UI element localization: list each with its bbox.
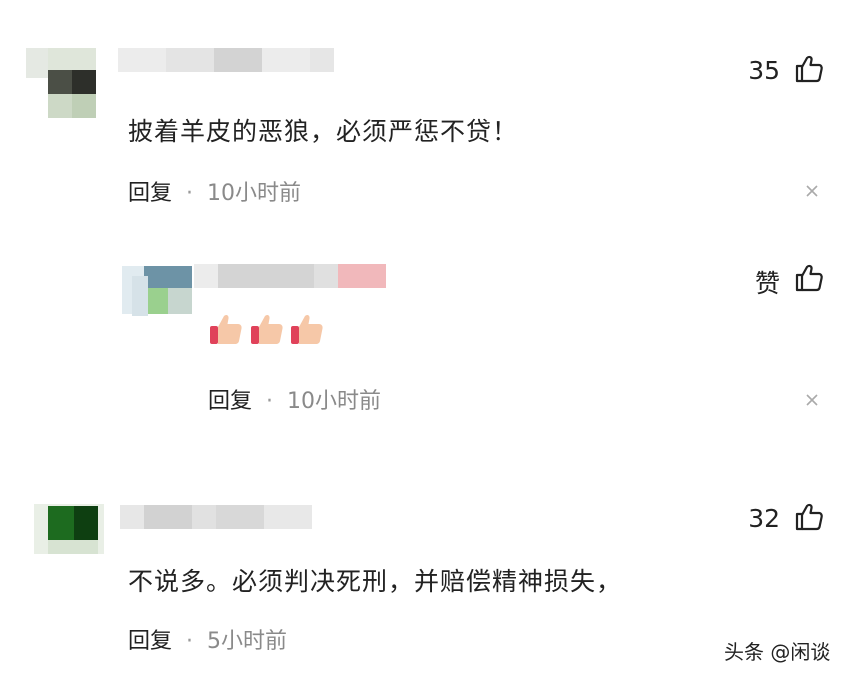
avatar[interactable] (26, 48, 100, 118)
comment-meta: 回复 · 10小时前 (128, 175, 301, 207)
separator-dot: · (186, 629, 194, 654)
watermark: 头条 @闲谈 (724, 640, 831, 664)
timestamp: 10小时前 (287, 389, 382, 414)
thumbs-up-outline-icon[interactable] (794, 502, 824, 532)
thumbs-up-emoji (291, 314, 323, 344)
close-icon[interactable] (805, 393, 819, 407)
thumbs-up-emoji (251, 314, 283, 344)
comment-text: 披着羊皮的恶狼，必须严惩不贷！ (128, 117, 519, 146)
comment-meta: 回复 · 10小时前 (208, 383, 381, 415)
like-label: 赞 (754, 269, 780, 298)
comment-meta: 回复 · 5小时前 (128, 623, 287, 655)
avatar[interactable] (122, 248, 196, 318)
timestamp: 5小时前 (207, 629, 288, 654)
separator-dot: · (266, 389, 274, 414)
comment-text: 不说多。必须判决死刑，并赔偿精神损失， (128, 567, 623, 596)
like-count: 32 (748, 504, 780, 533)
reply-button[interactable]: 回复 (128, 181, 172, 206)
close-icon[interactable] (805, 184, 819, 198)
thumbs-up-outline-icon[interactable] (794, 263, 824, 293)
separator-dot: · (186, 181, 194, 206)
reply-button[interactable]: 回复 (208, 389, 252, 414)
timestamp: 10小时前 (207, 181, 302, 206)
thumbs-up-emoji (210, 314, 242, 344)
like-count: 35 (748, 56, 780, 85)
reply-button[interactable]: 回复 (128, 629, 172, 654)
avatar[interactable] (34, 484, 108, 554)
thumbs-up-outline-icon[interactable] (794, 54, 824, 84)
